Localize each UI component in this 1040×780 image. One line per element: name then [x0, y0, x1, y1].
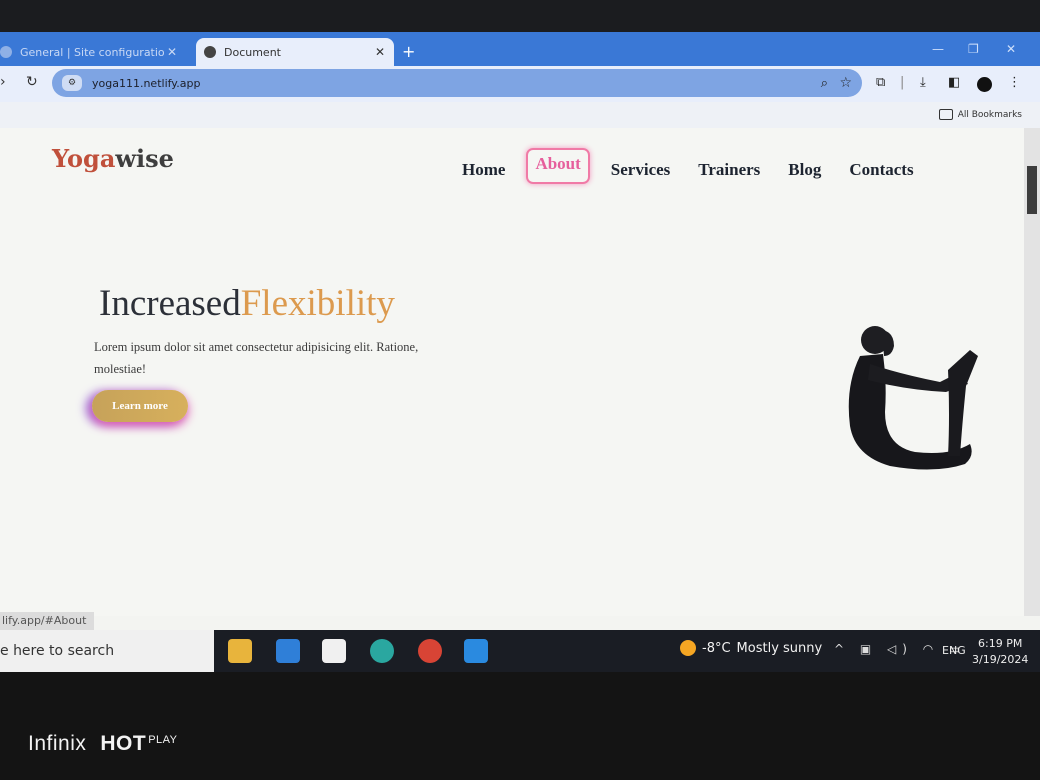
sun-icon: [680, 640, 696, 656]
browser-toolbar: › ↻ ⚙ yoga111.netlify.app ⌕ ☆ ⧉ | ⤓ ◧ ⋮: [0, 66, 1040, 102]
hero-title-part2: Flexibility: [240, 283, 395, 324]
window-close-icon[interactable]: ✕: [1006, 42, 1016, 56]
site-settings-icon[interactable]: ⚙: [62, 75, 82, 91]
hero-description: Lorem ipsum dolor sit amet consectetur a…: [94, 340, 419, 376]
browser-tab-strip: General | Site configuration | yo ✕ Docu…: [0, 32, 1040, 66]
camera-watermark: Infinix HOT PLAY: [28, 732, 178, 756]
address-bar[interactable]: ⚙ yoga111.netlify.app ⌕ ☆: [52, 69, 862, 97]
folder-icon: [938, 109, 953, 120]
forward-icon[interactable]: ›: [0, 74, 6, 90]
side-panel-icon[interactable]: ◧: [948, 75, 960, 90]
tab-title: Document: [224, 45, 281, 59]
nav-contacts[interactable]: Contacts: [842, 156, 920, 184]
tab-title: General | Site configuration | yo: [20, 45, 164, 59]
taskbar-search[interactable]: e here to search: [0, 630, 214, 672]
main-nav: Home About Services Trainers Blog Contac…: [455, 148, 935, 184]
search-placeholder: e here to search: [0, 643, 115, 659]
file-explorer-icon[interactable]: [228, 639, 252, 663]
globe-icon: [204, 46, 216, 58]
url-text[interactable]: yoga111.netlify.app: [92, 77, 200, 90]
watermark-model: HOT: [100, 732, 147, 755]
menu-dots-icon[interactable]: ⋮: [1008, 75, 1021, 90]
site-favicon-icon: [0, 46, 12, 58]
minimize-icon[interactable]: —: [932, 42, 944, 56]
vscode-icon[interactable]: [464, 639, 488, 663]
web-page: Yogawise Home About Services Trainers Bl…: [0, 128, 1026, 616]
extensions-icon[interactable]: ⧉: [876, 75, 885, 90]
hero-title: IncreasedFlexibility: [99, 282, 395, 325]
logo-wise: wise: [115, 144, 174, 173]
site-logo[interactable]: Yogawise: [52, 144, 174, 173]
close-icon[interactable]: ✕: [164, 45, 180, 59]
profile-avatar[interactable]: [977, 77, 992, 92]
bookmarks-bar: All Bookmarks: [0, 102, 1040, 129]
watermark-suffix: PLAY: [148, 734, 178, 746]
store-icon[interactable]: [322, 639, 346, 663]
hero-title-part1: Increased: [99, 283, 241, 324]
weather-desc: Mostly sunny: [736, 640, 823, 656]
new-tab-button[interactable]: +: [402, 42, 415, 61]
laptop-logo: [420, 700, 600, 740]
nav-home[interactable]: Home: [455, 156, 512, 184]
clock-time: 6:19 PM: [978, 637, 1023, 650]
tab-general[interactable]: General | Site configuration | yo ✕: [0, 38, 186, 66]
weather-widget[interactable]: -8°C Mostly sunny: [680, 640, 822, 656]
language-indicator[interactable]: ENG: [942, 644, 966, 657]
edge-icon[interactable]: [370, 639, 394, 663]
download-icon[interactable]: ⤓: [920, 75, 926, 90]
all-bookmarks-button[interactable]: All Bookmarks: [938, 109, 1022, 120]
nav-services[interactable]: Services: [604, 156, 677, 184]
toolbar-divider: |: [900, 75, 905, 90]
yoga-pose-illustration: [848, 326, 978, 470]
status-link-preview: lify.app/#About: [0, 612, 95, 630]
zoom-icon[interactable]: ⌕: [821, 76, 828, 91]
bookmark-star-icon[interactable]: ☆: [839, 75, 852, 91]
mail-icon[interactable]: [276, 639, 300, 663]
taskbar-clock[interactable]: 6:19 PM 3/19/2024: [972, 636, 1028, 668]
nav-blog[interactable]: Blog: [781, 156, 828, 184]
watermark-brand: Infinix: [28, 732, 87, 755]
scrollbar-thumb[interactable]: [1027, 166, 1037, 214]
all-bookmarks-label: All Bookmarks: [957, 109, 1022, 120]
tab-document[interactable]: Document ✕: [196, 38, 394, 66]
windows-taskbar: e here to search -8°C Mostly sunny ^ ▣ ◁…: [0, 630, 1040, 672]
nav-about[interactable]: About: [526, 148, 590, 184]
screen: General | Site configuration | yo ✕ Docu…: [0, 32, 1040, 672]
close-icon[interactable]: ✕: [372, 45, 388, 59]
nav-trainers[interactable]: Trainers: [691, 156, 767, 184]
weather-temp: -8°C: [702, 640, 731, 656]
logo-yoga: Yoga: [52, 144, 116, 173]
chrome-icon[interactable]: [418, 639, 442, 663]
learn-more-button[interactable]: Learn more: [92, 390, 188, 422]
reload-icon[interactable]: ↻: [26, 74, 38, 90]
restore-icon[interactable]: ❐: [968, 42, 979, 56]
clock-date: 3/19/2024: [972, 653, 1029, 666]
